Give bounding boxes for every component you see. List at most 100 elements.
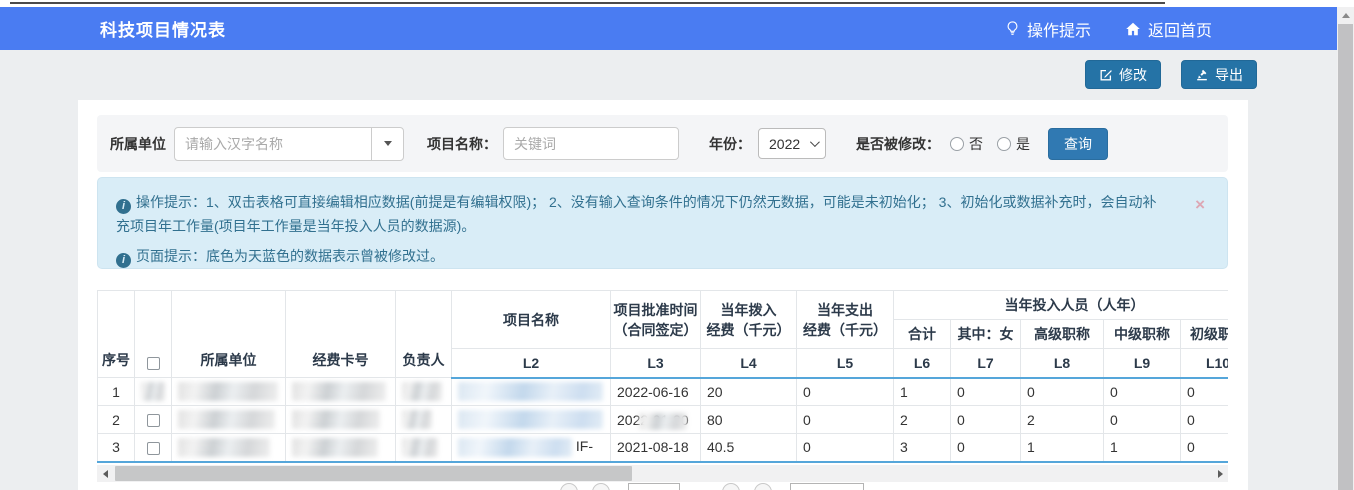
cell-seq[interactable]: 3: [98, 434, 135, 462]
cell-staff-4[interactable]: 0: [1181, 406, 1229, 434]
unit-input[interactable]: [175, 128, 371, 160]
year-select[interactable]: 2022: [758, 128, 826, 159]
cell-staff-2[interactable]: 1: [1021, 434, 1104, 462]
col-header-unit: 所属单位: [172, 291, 286, 378]
cell-staff-1[interactable]: 0: [951, 378, 1021, 406]
unit-dropdown-button[interactable]: [371, 128, 403, 160]
redacted-data: [178, 438, 270, 457]
cell-staff-1[interactable]: 0: [951, 434, 1021, 462]
horizontal-scrollbar-thumb[interactable]: [115, 466, 632, 481]
header-link-home[interactable]: 返回首页: [1125, 17, 1212, 41]
col-code-L5: L5: [797, 349, 894, 378]
project-name-label: 项目名称：: [427, 134, 497, 154]
cell-approve-date[interactable]: 2022-01-30: [611, 406, 701, 434]
redacted-data: [458, 438, 572, 457]
cell-fund-in[interactable]: 40.5: [701, 434, 797, 462]
vertical-scrollbar[interactable]: [1337, 7, 1354, 490]
cell-staff-2[interactable]: 0: [1021, 378, 1104, 406]
year-label: 年份：: [709, 134, 751, 154]
vertical-scrollbar-thumb[interactable]: [1338, 24, 1353, 490]
tips-box: i操作提示：1、双击表格可直接编辑相应数据(前提是有编辑权限)； 2、没有输入查…: [97, 177, 1228, 269]
pagination-prev-button[interactable]: [592, 483, 610, 490]
cell-project-name[interactable]: [452, 406, 611, 434]
edit-icon: [1099, 68, 1113, 82]
cell-leader[interactable]: [396, 406, 452, 434]
header-links: 操作提示 返回首页: [1005, 17, 1212, 41]
scroll-right-arrow-icon[interactable]: [1212, 465, 1228, 482]
pagination-first-button[interactable]: [560, 483, 578, 490]
col-header-leader: 负责人: [396, 291, 452, 378]
cell-approve-date[interactable]: 2021-08-18: [611, 434, 701, 462]
export-button[interactable]: 导出: [1181, 60, 1257, 89]
cell-leader[interactable]: [396, 434, 452, 462]
cell-select[interactable]: [135, 406, 172, 434]
cell-staff-2[interactable]: 2: [1021, 406, 1104, 434]
col-code-L6: L6: [894, 349, 951, 378]
cell-fund-out[interactable]: 0: [797, 406, 894, 434]
close-icon[interactable]: ×: [1195, 196, 1205, 213]
cell-staff-3[interactable]: 0: [1104, 378, 1181, 406]
search-button[interactable]: 查询: [1048, 128, 1108, 160]
cell-project-name[interactable]: IF-: [452, 434, 611, 462]
edit-button-label: 修改: [1119, 65, 1147, 85]
redacted-data: [402, 438, 438, 457]
cell-card[interactable]: [286, 378, 396, 406]
cell-staff-0[interactable]: 3: [894, 434, 951, 462]
cell-staff-0[interactable]: 2: [894, 406, 951, 434]
cell-fund-in[interactable]: 80: [701, 406, 797, 434]
pagination-page-input[interactable]: [628, 483, 680, 490]
cell-approve-date[interactable]: 2022-06-16: [611, 378, 701, 406]
pagination-next-button[interactable]: [722, 483, 740, 490]
radio-modified-no[interactable]: 否: [950, 134, 983, 154]
cell-seq[interactable]: 1: [98, 378, 135, 406]
cell-staff-4[interactable]: 0: [1181, 378, 1229, 406]
select-all-checkbox[interactable]: [147, 357, 160, 370]
cell-unit[interactable]: [172, 434, 286, 462]
cell-seq[interactable]: 2: [98, 406, 135, 434]
row-checkbox[interactable]: [147, 442, 160, 455]
content-card: 所属单位 项目名称： 年份： 2022 是否被修改： 否: [78, 100, 1248, 490]
redacted-data: [458, 382, 603, 401]
row-checkbox[interactable]: [147, 414, 160, 427]
pagination-size-select[interactable]: [790, 483, 864, 490]
cell-staff-4[interactable]: 0: [1181, 434, 1229, 462]
cell-fund-in[interactable]: 20: [701, 378, 797, 406]
redacted-data: [141, 382, 165, 401]
radio-no-label: 否: [969, 134, 983, 154]
cell-unit[interactable]: [172, 378, 286, 406]
cell-staff-3[interactable]: 0: [1104, 406, 1181, 434]
table-row: 22022-01-3080020200: [98, 406, 1229, 434]
edit-button[interactable]: 修改: [1085, 60, 1161, 89]
modified-radio-group: 否 是: [950, 134, 1030, 154]
redacted-data: [402, 382, 442, 401]
cell-card[interactable]: [286, 434, 396, 462]
cell-select[interactable]: [135, 434, 172, 462]
page-title: 科技项目情况表: [100, 16, 226, 41]
cell-staff-1[interactable]: 0: [951, 406, 1021, 434]
header-link-tips[interactable]: 操作提示: [1005, 17, 1091, 41]
scroll-left-arrow-icon[interactable]: [97, 465, 113, 482]
cell-project-name[interactable]: [452, 378, 611, 406]
unit-label: 所属单位: [110, 134, 166, 154]
window-top-edge: [10, 2, 1165, 4]
pagination-last-button[interactable]: [754, 483, 772, 490]
cell-card[interactable]: [286, 406, 396, 434]
col-header-fund-in: 当年拨入经费（千元）: [701, 291, 797, 349]
project-name-input[interactable]: [503, 127, 679, 160]
table-row: 12022-06-1620010000: [98, 378, 1229, 406]
cell-unit[interactable]: [172, 406, 286, 434]
cell-fund-out[interactable]: 0: [797, 378, 894, 406]
cell-leader[interactable]: [396, 378, 452, 406]
cell-staff-0[interactable]: 1: [894, 378, 951, 406]
cell-staff-3[interactable]: 1: [1104, 434, 1181, 462]
redacted-data: [178, 382, 278, 401]
radio-modified-yes[interactable]: 是: [997, 134, 1030, 154]
scroll-up-arrow-icon[interactable]: [1337, 7, 1354, 23]
col-code-L10: L10: [1181, 349, 1229, 378]
col-header-approve-date: 项目批准时间（合同签定）: [611, 291, 701, 349]
col-code-L4: L4: [701, 349, 797, 378]
cell-fund-out[interactable]: 0: [797, 434, 894, 462]
horizontal-scrollbar[interactable]: [97, 465, 1228, 482]
col-header-staff-2: 高级职称: [1021, 320, 1104, 349]
cell-select[interactable]: [135, 378, 172, 406]
